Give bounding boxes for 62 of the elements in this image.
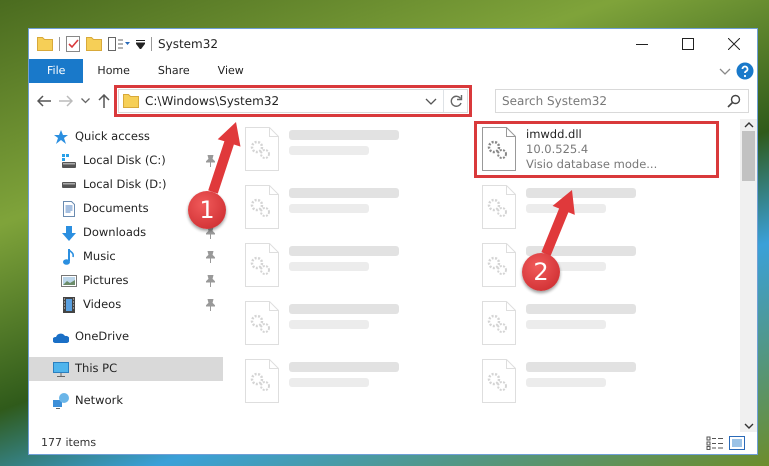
pin-icon[interactable]	[206, 251, 215, 263]
nav-item[interactable]: Downloads	[61, 224, 146, 242]
pin-icon[interactable]	[206, 299, 215, 311]
divider-icon	[151, 37, 152, 51]
nav-item[interactable]: This PC	[53, 360, 118, 378]
checklist-icon[interactable]	[66, 36, 80, 52]
picture-icon	[61, 275, 77, 287]
close-button[interactable]	[728, 38, 740, 50]
help-icon[interactable]	[736, 62, 754, 80]
scroll-down-icon[interactable]	[744, 423, 754, 430]
music-note-icon	[63, 249, 75, 265]
nav-item[interactable]: Quick access	[53, 128, 150, 146]
document-icon	[62, 201, 76, 217]
nav-item[interactable]: Music	[61, 248, 116, 266]
callout-arrow	[208, 122, 240, 194]
ribbon-tab[interactable]: View	[204, 59, 258, 83]
up-button[interactable]	[98, 94, 110, 108]
nav-item[interactable]: Local Disk (C:)	[61, 152, 166, 170]
refresh-button[interactable]	[448, 94, 462, 108]
pin-icon[interactable]	[206, 275, 215, 287]
search-icon[interactable]	[727, 94, 741, 108]
caret-icon[interactable]	[136, 40, 145, 48]
network-icon	[53, 393, 69, 409]
divider-icon	[59, 37, 60, 51]
large-icons-view-icon[interactable]	[729, 436, 745, 450]
download-icon	[62, 226, 76, 240]
recent-dropdown[interactable]	[81, 98, 90, 104]
file-detail: 10.0.525.4	[526, 142, 590, 157]
nav-item[interactable]: Pictures	[61, 272, 129, 290]
nav-item[interactable]: Network	[53, 392, 124, 410]
cloud-icon	[53, 332, 69, 342]
properties-icon[interactable]	[108, 37, 130, 51]
ribbon-tab[interactable]: Home	[83, 59, 144, 83]
monitor-icon	[53, 362, 69, 376]
maximize-button[interactable]	[682, 38, 694, 50]
window-title: System32	[158, 36, 218, 53]
details-view-icon[interactable]	[706, 436, 724, 450]
pin-icon[interactable]	[206, 227, 215, 239]
nav-item[interactable]: Videos	[61, 296, 122, 314]
drive-icon	[61, 182, 77, 188]
file-detail: Visio database mode...	[526, 157, 658, 172]
star-icon	[53, 130, 69, 144]
search-field[interactable]: Search System32	[495, 89, 749, 113]
address-path: C:\Windows\System32	[145, 93, 280, 110]
address-bar[interactable]: C:\Windows\System32	[118, 89, 468, 113]
nav-item[interactable]: Local Disk (D:)	[61, 176, 167, 194]
drive-icon	[61, 154, 77, 168]
ribbon-tab[interactable]: File	[29, 59, 84, 83]
scroll-up-icon[interactable]	[744, 122, 754, 128]
chevron-down-icon[interactable]	[425, 98, 437, 104]
ribbon-tab[interactable]: Share	[144, 59, 204, 83]
film-icon	[63, 297, 75, 313]
nav-item[interactable]: Documents	[61, 200, 149, 218]
nav-item[interactable]: OneDrive	[53, 328, 130, 346]
folder-icon	[123, 93, 139, 109]
pin-icon[interactable]	[206, 155, 215, 167]
item-count: 177 items	[41, 434, 96, 451]
callout-arrow	[541, 190, 575, 256]
scrollbar-thumb[interactable]	[742, 130, 755, 180]
chevron-down-icon[interactable]	[718, 68, 731, 74]
back-button[interactable]	[37, 95, 51, 107]
file-name: imwdd.dll	[526, 127, 583, 142]
